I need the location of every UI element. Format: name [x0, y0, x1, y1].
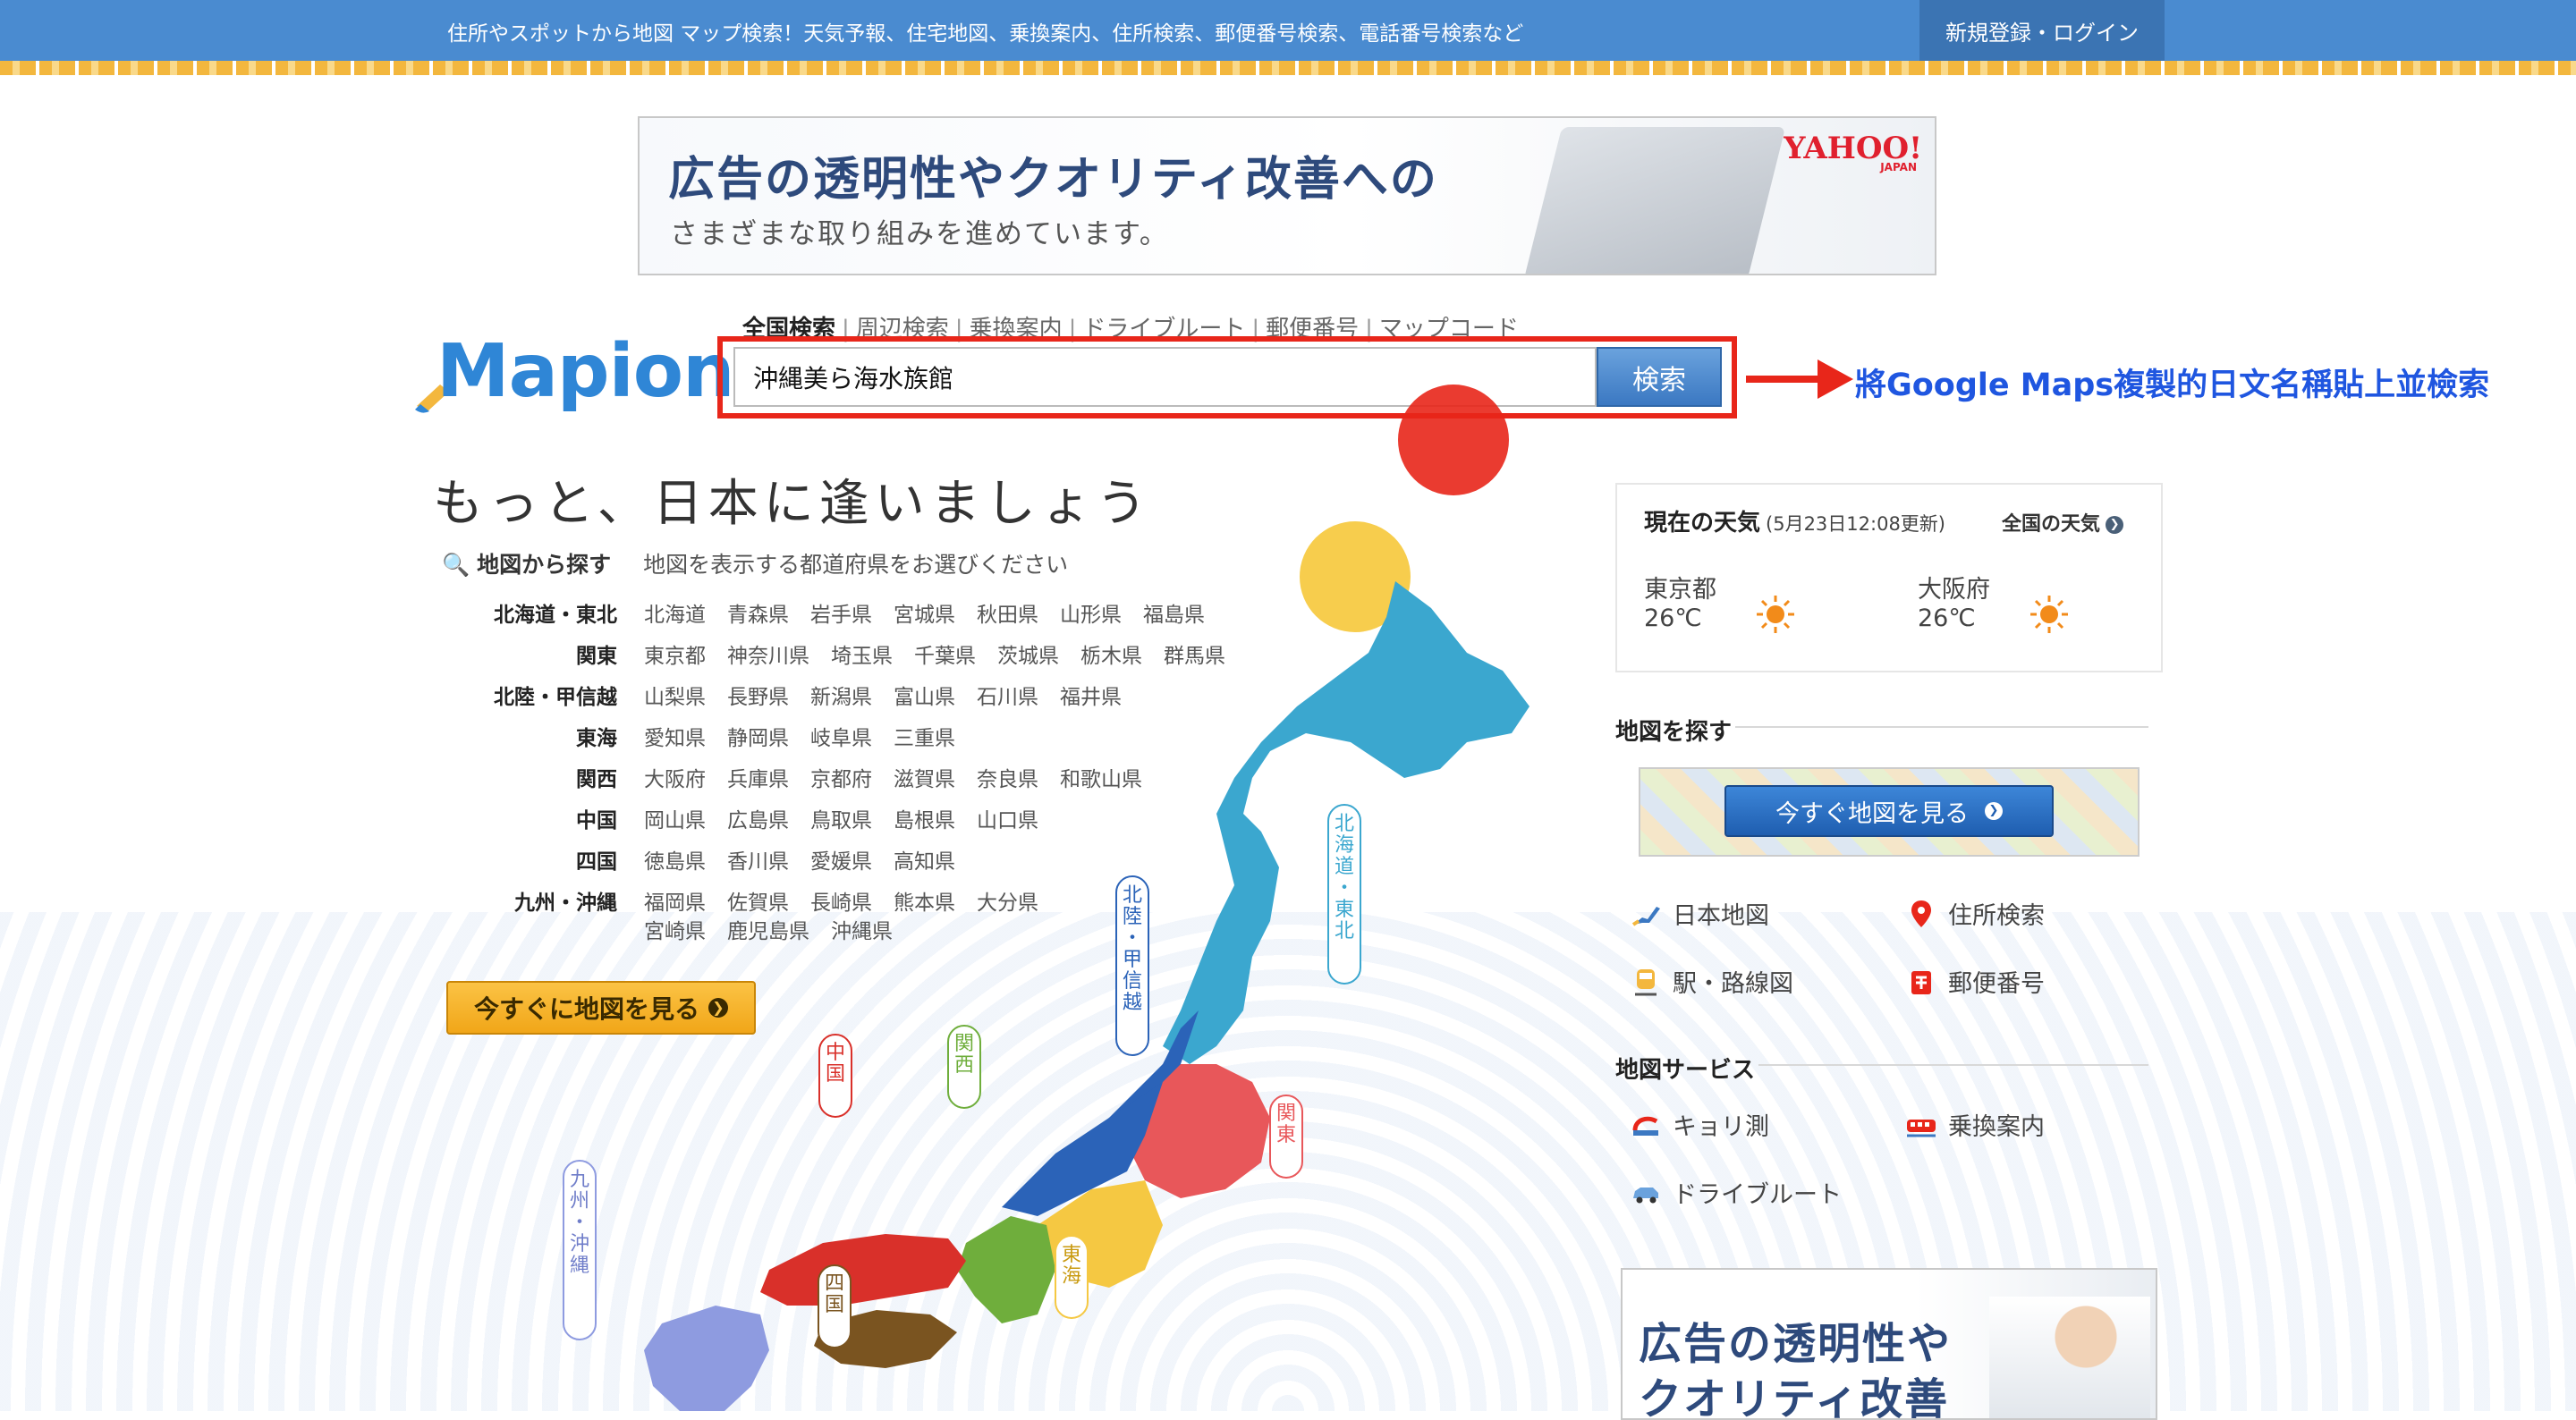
japan-map-icon [1631, 906, 1660, 926]
map-label-tokai: 東海 [1062, 1244, 1081, 1288]
chevron-right-icon: ❯ [2106, 516, 2124, 534]
map-services-title: 地図サービス [1615, 1057, 1756, 1084]
weather-card: 現在の天気 (5月23日12:08更新) 全国の天気 ❯ 東京都 26℃ 大阪府 2… [1615, 483, 2163, 672]
ad-title: 広告の透明性やクオリティ改善への [668, 153, 1438, 207]
link-label: キョリ測 [1673, 1113, 1769, 1141]
chevron-right-icon: ❯ [1985, 802, 2003, 820]
site-tagline: 住所やスポットから地図 マップ検索！天気予報、住宅地図、乗換案内、住所検索、郵便… [447, 22, 1524, 46]
find-map-title: 地図を探す [1615, 719, 1733, 746]
map-label-chugoku: 中国 [826, 1042, 845, 1086]
weather-city-osaka[interactable]: 大阪府 26℃ [1918, 576, 1990, 633]
nationwide-weather-label: 全国の天気 [2002, 513, 2101, 536]
weather-city-tokyo[interactable]: 東京都 26℃ [1644, 576, 1716, 633]
city-temp: 26℃ [1918, 604, 1976, 632]
link-distance-measure[interactable]: キョリ測 [1630, 1107, 1769, 1142]
postbox-icon [1911, 970, 1931, 994]
map-label-kyushu: 九州・沖縄 [570, 1169, 589, 1277]
link-postal-code[interactable]: 郵便番号 [1905, 964, 2045, 999]
ad-subtitle: さまざまな取り組みを進めています。 [670, 218, 1169, 250]
view-map-button[interactable]: 今すぐ地図を見る ❯ [1724, 785, 2054, 837]
link-station-map[interactable]: 駅・路線図 [1630, 964, 1793, 999]
train-transfer-icon [1907, 1119, 1936, 1137]
link-label: 住所検索 [1948, 902, 2045, 930]
map-label-kanto: 関東 [1276, 1103, 1296, 1146]
map-thumbnail[interactable]: 今すぐ地図を見る ❯ [1639, 767, 2140, 857]
ad-bottom-line1: 広告の透明性や [1639, 1319, 1953, 1369]
map-label-hokuriku: 北陸・甲信越 [1123, 884, 1142, 1014]
map-region-kansai [957, 1216, 1055, 1323]
view-map-label: 今すぐ地図を見る [1775, 799, 1969, 828]
search-button[interactable]: 検索 [1597, 347, 1722, 407]
train-icon [1635, 968, 1657, 995]
header-stripe [0, 61, 2576, 75]
link-drive-route[interactable]: ドライブルート [1630, 1175, 1842, 1210]
login-button[interactable]: 新規登録・ログイン [1919, 0, 2165, 61]
link-transit-guide[interactable]: 乗換案内 [1905, 1107, 2045, 1142]
nationwide-weather-link[interactable]: 全国の天気 ❯ [2002, 508, 2124, 537]
link-address-search[interactable]: 住所検索 [1905, 896, 2045, 931]
city-temp: 26℃ [1644, 604, 1702, 632]
link-japan-map[interactable]: 日本地図 [1630, 896, 1769, 931]
annotation-arrow-icon [1746, 359, 1853, 399]
ad-bottom-title: 広告の透明性や クオリティ改善 [1639, 1316, 1953, 1420]
ad-tablet-image [1523, 127, 1786, 274]
magnifier-icon: 🔍 [442, 552, 470, 578]
annotation-text: 將Google Maps複製的日文名稱貼上並檢索 [1855, 368, 2490, 403]
sun-icon [1757, 596, 1794, 633]
red-sun-icon [1398, 385, 1509, 495]
city-name: 東京都 [1644, 576, 1716, 604]
yahoo-logo-sub: JAPAN [1880, 161, 1917, 173]
ruler-icon [1632, 1116, 1658, 1136]
section-divider [1758, 1064, 2148, 1066]
top-ad-banner[interactable]: 広告の透明性やクオリティ改善への さまざまな取り組みを進めています。 YAHOO… [638, 116, 1936, 275]
weather-updated: (5月23日12:08更新) [1766, 513, 1946, 535]
map-region-chugoku [760, 1234, 966, 1306]
car-icon [1633, 1187, 1658, 1203]
top-bar: 住所やスポットから地図 マップ検索！天気予報、住宅地図、乗換案内、住所検索、郵便… [0, 0, 2576, 61]
link-label: 乗換案内 [1948, 1113, 2045, 1141]
link-label: ドライブルート [1673, 1181, 1842, 1209]
sun-icon [2030, 596, 2068, 633]
section-divider [1735, 726, 2148, 728]
map-label-hokkaido: 北海道・東北 [1335, 813, 1354, 942]
link-label: 郵便番号 [1948, 970, 2045, 998]
bottom-ad-banner[interactable]: 広告の透明性や クオリティ改善 [1621, 1268, 2157, 1420]
weather-title-text: 現在の天気 [1644, 510, 1761, 537]
ad-bottom-line2: クオリティ改善 [1639, 1374, 1950, 1420]
map-label-shikoku: 四国 [825, 1272, 844, 1316]
location-pin-icon [1911, 900, 1931, 927]
japan-region-map[interactable]: 北海道・東北 北陸・甲信越 関東 中国 関西 東海 四国 九州・沖縄 [501, 385, 1556, 1411]
map-region-kyushu [644, 1306, 769, 1411]
city-name: 大阪府 [1918, 576, 1990, 604]
map-label-kansai: 関西 [954, 1033, 974, 1077]
link-label: 日本地図 [1673, 902, 1769, 930]
weather-title: 現在の天気 (5月23日12:08更新) [1644, 504, 1945, 537]
ad-person-image [1989, 1297, 2150, 1418]
link-label: 駅・路線図 [1673, 970, 1793, 998]
